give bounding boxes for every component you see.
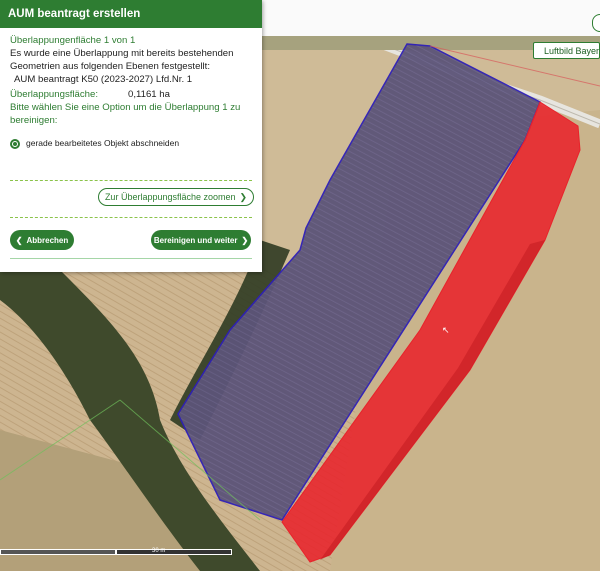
overlap-area-value: 0,1161 ha	[128, 89, 170, 100]
dialog-title: AUM beantragt erstellen	[0, 0, 262, 28]
zoom-to-overlap-button[interactable]: Zur Überlappungsfläche zoomen ❯	[98, 188, 254, 206]
overlap-description-1: Es wurde eine Überlappung mit bereits be…	[10, 48, 234, 59]
dialog-body: Überlappungenfläche 1 von 1 Es wurde ein…	[0, 28, 262, 150]
overlap-heading: Überlappungenfläche 1 von 1	[10, 35, 136, 46]
option-cut-current-label: gerade bearbeitetes Objekt abschneiden	[26, 138, 180, 148]
vertex-marker: ↖	[442, 325, 450, 335]
chevron-right-icon: ❯	[241, 235, 249, 245]
scale-label: 30 m	[152, 548, 166, 554]
overlap-dialog: AUM beantragt erstellen Überlappungenflä…	[0, 0, 262, 272]
scale-segment	[0, 549, 116, 555]
zoom-to-overlap-label: Zur Überlappungsfläche zoomen	[104, 192, 236, 202]
option-cut-current[interactable]: gerade bearbeitetes Objekt abschneiden	[10, 137, 252, 150]
map-menu-tab[interactable]	[592, 14, 600, 32]
radio-selected-icon[interactable]	[10, 138, 20, 149]
overlap-instruction: Bitte wählen Sie eine Option um die Über…	[10, 102, 241, 126]
basemap-button[interactable]: Luftbild Bayern	[533, 42, 600, 59]
overlap-area-row: Überlappungsfläche: 0,1161 ha	[10, 88, 252, 101]
overlap-layer-entry: AUM beantragt K50 (2023-2027) Lfd.Nr. 1	[14, 74, 193, 85]
overlap-area-label: Überlappungsfläche:	[10, 89, 99, 100]
chevron-left-icon: ❮	[15, 235, 23, 245]
clean-and-continue-label: Bereinigen und weiter	[153, 235, 238, 245]
divider	[10, 258, 252, 259]
scale-bar: 30 m	[0, 548, 232, 557]
cancel-button[interactable]: ❮ Abbrechen	[10, 230, 74, 250]
clean-and-continue-button[interactable]: Bereinigen und weiter ❯	[151, 230, 251, 250]
cancel-label: Abbrechen	[26, 235, 69, 245]
chevron-right-icon: ❯	[239, 191, 248, 202]
divider	[10, 217, 252, 218]
map-toolbar-right	[260, 0, 600, 36]
overlap-description-2: Geometrien aus folgenden Ebenen festgest…	[10, 61, 211, 72]
basemap-label: Luftbild Bayern	[544, 45, 600, 56]
scale-segment	[116, 549, 232, 555]
divider	[10, 180, 252, 181]
